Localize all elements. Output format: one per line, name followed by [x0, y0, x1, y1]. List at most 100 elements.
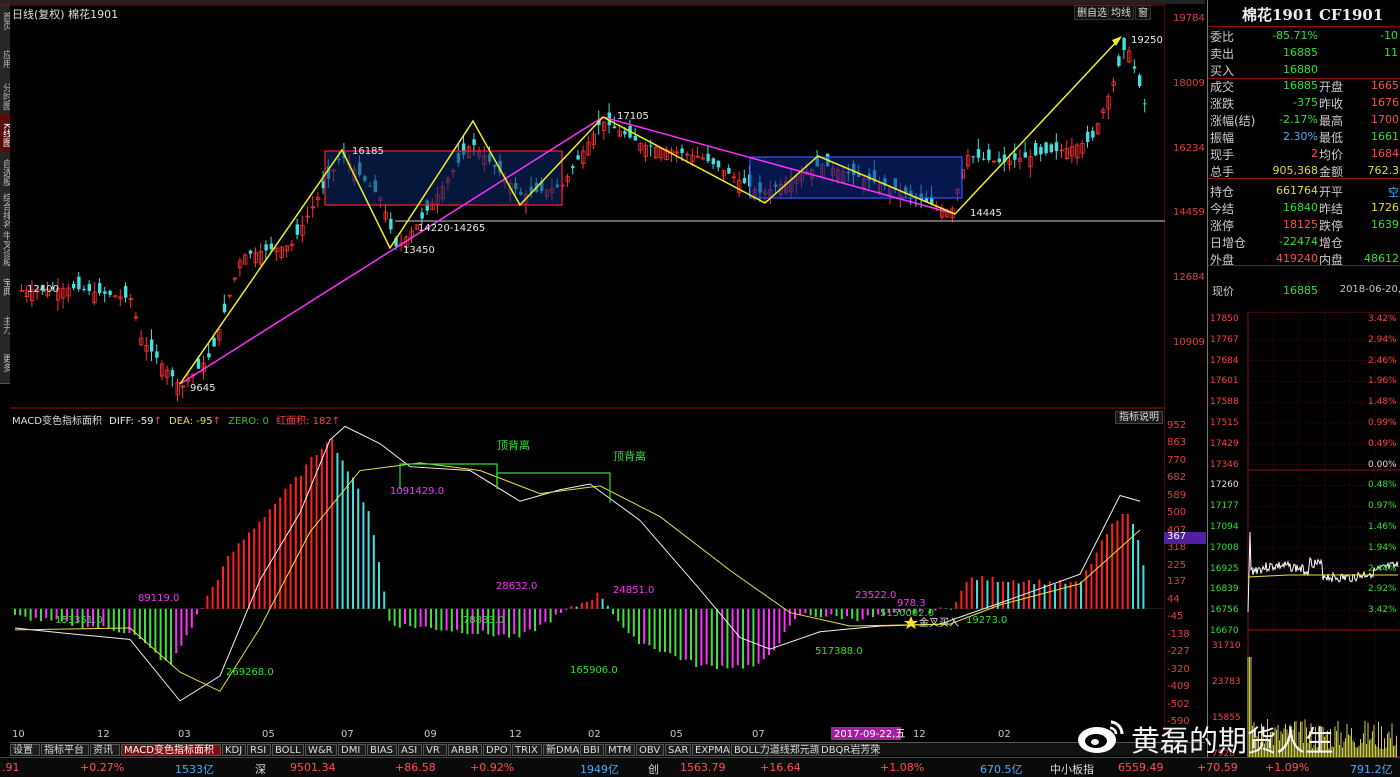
indicator-tab[interactable]: W&R	[305, 744, 337, 756]
indicator-tab[interactable]: VR	[423, 744, 447, 756]
intraday-right-axis-label: 1.94%	[1368, 542, 1397, 553]
macd-axis-label: -320	[1167, 664, 1190, 676]
candle-body	[982, 158, 986, 160]
price-axis-label: 14459	[1173, 207, 1205, 219]
macd-axis-label: 863	[1167, 437, 1187, 449]
indicator-tab[interactable]: KDJ	[222, 744, 246, 756]
candle-body	[295, 224, 299, 235]
indicator-tab[interactable]: RSI	[247, 744, 271, 756]
macd-dea: DEA: -95	[169, 416, 213, 427]
candle-body	[150, 339, 154, 352]
time-axis-label: 02	[998, 729, 1011, 740]
quote-grid-label: 持仓	[1210, 185, 1235, 199]
intraday-left-axis-label: 17429	[1210, 438, 1239, 449]
quote-value-2: -10	[1380, 29, 1398, 42]
indicator-help-button[interactable]: 指标说明	[1115, 411, 1163, 424]
candle-body	[727, 167, 731, 174]
area-label: 78833.0	[463, 615, 504, 626]
price-axis-label: 18009	[1173, 77, 1205, 89]
quote-grid-value: 905,368	[1272, 164, 1319, 177]
indicator-tab[interactable]: 设置	[10, 744, 40, 756]
divergence-label: 顶背离	[497, 438, 530, 452]
quote-grid-label-2: 开盘	[1319, 80, 1344, 94]
quote-panel: 棉花1901 CF1901 委比 -85.71% -10 卖出 16885 11 买入 168…	[1207, 0, 1400, 759]
indicator-tab[interactable]: DMI	[338, 744, 366, 756]
intraday-left-axis-label: 16925	[1210, 563, 1239, 574]
indicator-tab[interactable]: ASI	[398, 744, 422, 756]
indicator-tab[interactable]: 指标平台	[41, 744, 89, 756]
kline-chart[interactable]: 19250 16185 17105 13450 14220-14265 14445 1240…	[0, 0, 1165, 742]
indicator-tab[interactable]: BIAS	[367, 744, 397, 756]
quote-grid-value: 16885	[1283, 79, 1318, 92]
candle-body	[716, 160, 721, 168]
quote-grid-label-2: 昨结	[1319, 202, 1344, 216]
intraday-right-axis-label: 1.96%	[1368, 376, 1397, 387]
consolidation-box	[749, 156, 963, 199]
time-axis-label: 12	[97, 729, 110, 740]
candle-body	[1091, 130, 1095, 138]
quote-title: 棉花1901 CF1901	[1242, 6, 1384, 24]
indicator-tab[interactable]: 资讯	[90, 744, 120, 756]
price-annotation: 14445	[970, 208, 1002, 219]
indicator-tab[interactable]: 新DMA	[543, 744, 579, 756]
quote-grid-value-2: 1639	[1371, 218, 1399, 231]
macd-axis-label: -138	[1167, 629, 1190, 641]
candle-body	[742, 178, 747, 184]
dea-line	[14, 462, 1141, 692]
candle-body	[1122, 37, 1126, 51]
candle-body	[1143, 103, 1147, 105]
candle-body	[971, 156, 975, 158]
intraday-right-axis-label: 2.92%	[1368, 584, 1397, 595]
macd-axis-label: 952	[1167, 420, 1187, 431]
price-annotation: 14220-14265	[418, 223, 485, 234]
status-item: 创	[648, 763, 659, 776]
indicator-tab[interactable]: BOLL	[272, 744, 304, 756]
quote-grid-value: 419240	[1276, 252, 1318, 265]
indicator-tab[interactable]: SAR	[665, 744, 691, 756]
price-annotation: 16185	[352, 146, 384, 157]
golden-cross-label: 金叉买入	[919, 616, 959, 629]
time-axis-label: 12	[913, 729, 926, 740]
indicator-tab[interactable]: DBQR岩芳荣	[818, 744, 880, 756]
indicator-tabs-bar: 设置 指标平台 资讯 MACD变色指标面积 KDJ RSI BOLL W&R DMI BIAS AS…	[10, 742, 1205, 756]
intraday-left-axis-label: 17094	[1210, 522, 1239, 532]
candle-body	[571, 166, 575, 168]
candle-body	[170, 370, 175, 377]
status-item: .91	[2, 761, 20, 774]
indicator-tab[interactable]: MACD变色指标面积	[121, 744, 221, 756]
macd-axis-label: 589	[1167, 489, 1187, 501]
indicator-tab[interactable]: ARBR	[448, 744, 482, 756]
candle-body	[649, 145, 653, 147]
status-item: 9501.34	[290, 761, 336, 774]
indicator-tab[interactable]: TRIX	[512, 744, 542, 756]
macd-axis: 952 863 770 682 589 500 407 318 225 137 44 -45 -138-…	[1164, 420, 1207, 740]
quote-value-2: 11	[1384, 46, 1398, 59]
quote-grid-value: -375	[1293, 96, 1318, 109]
indicator-tab[interactable]: DPO	[483, 744, 511, 756]
indicator-tab[interactable]: EXPMA	[692, 744, 730, 756]
candle-body	[711, 158, 715, 165]
quote-separator	[1208, 26, 1400, 27]
quote-grid-value-2: 1700	[1371, 113, 1399, 126]
indicator-tab[interactable]: BOLL力道线郑元凯	[731, 744, 820, 756]
area-label: 28632.0	[496, 581, 537, 592]
intraday-right-axis-label: 1.46%	[1368, 522, 1397, 532]
status-item: 791.2亿	[1350, 763, 1393, 776]
area-label: 1091429.0	[390, 486, 444, 497]
intraday-left-axis-label: 17684	[1210, 355, 1239, 366]
macd-axis-label: -45	[1167, 611, 1184, 623]
volume-axis-label: 31710	[1212, 641, 1241, 651]
indicator-tab[interactable]: BBI	[580, 744, 604, 756]
candle-body	[706, 153, 710, 162]
intraday-right-axis-label: 0.49%	[1368, 438, 1397, 449]
macd-red-area: 红面积: 182	[276, 416, 332, 427]
price-axis: 19784 18009 16234 14459 12684 10909	[1165, 0, 1207, 408]
macd-current-value: 367	[1164, 532, 1206, 545]
intraday-right-axis-label: 2.46%	[1368, 355, 1397, 366]
intraday-left-axis-label: 17346	[1210, 459, 1239, 470]
status-item: 1563.79	[680, 761, 726, 774]
indicator-tab[interactable]: MTM	[605, 744, 635, 756]
candle-body	[997, 158, 1001, 163]
indicator-tab[interactable]: OBV	[636, 744, 664, 756]
status-bar: .91 +0.27% 1533亿 深 9501.34 +86.58 +0.92% 1949亿 创…	[0, 757, 1400, 777]
